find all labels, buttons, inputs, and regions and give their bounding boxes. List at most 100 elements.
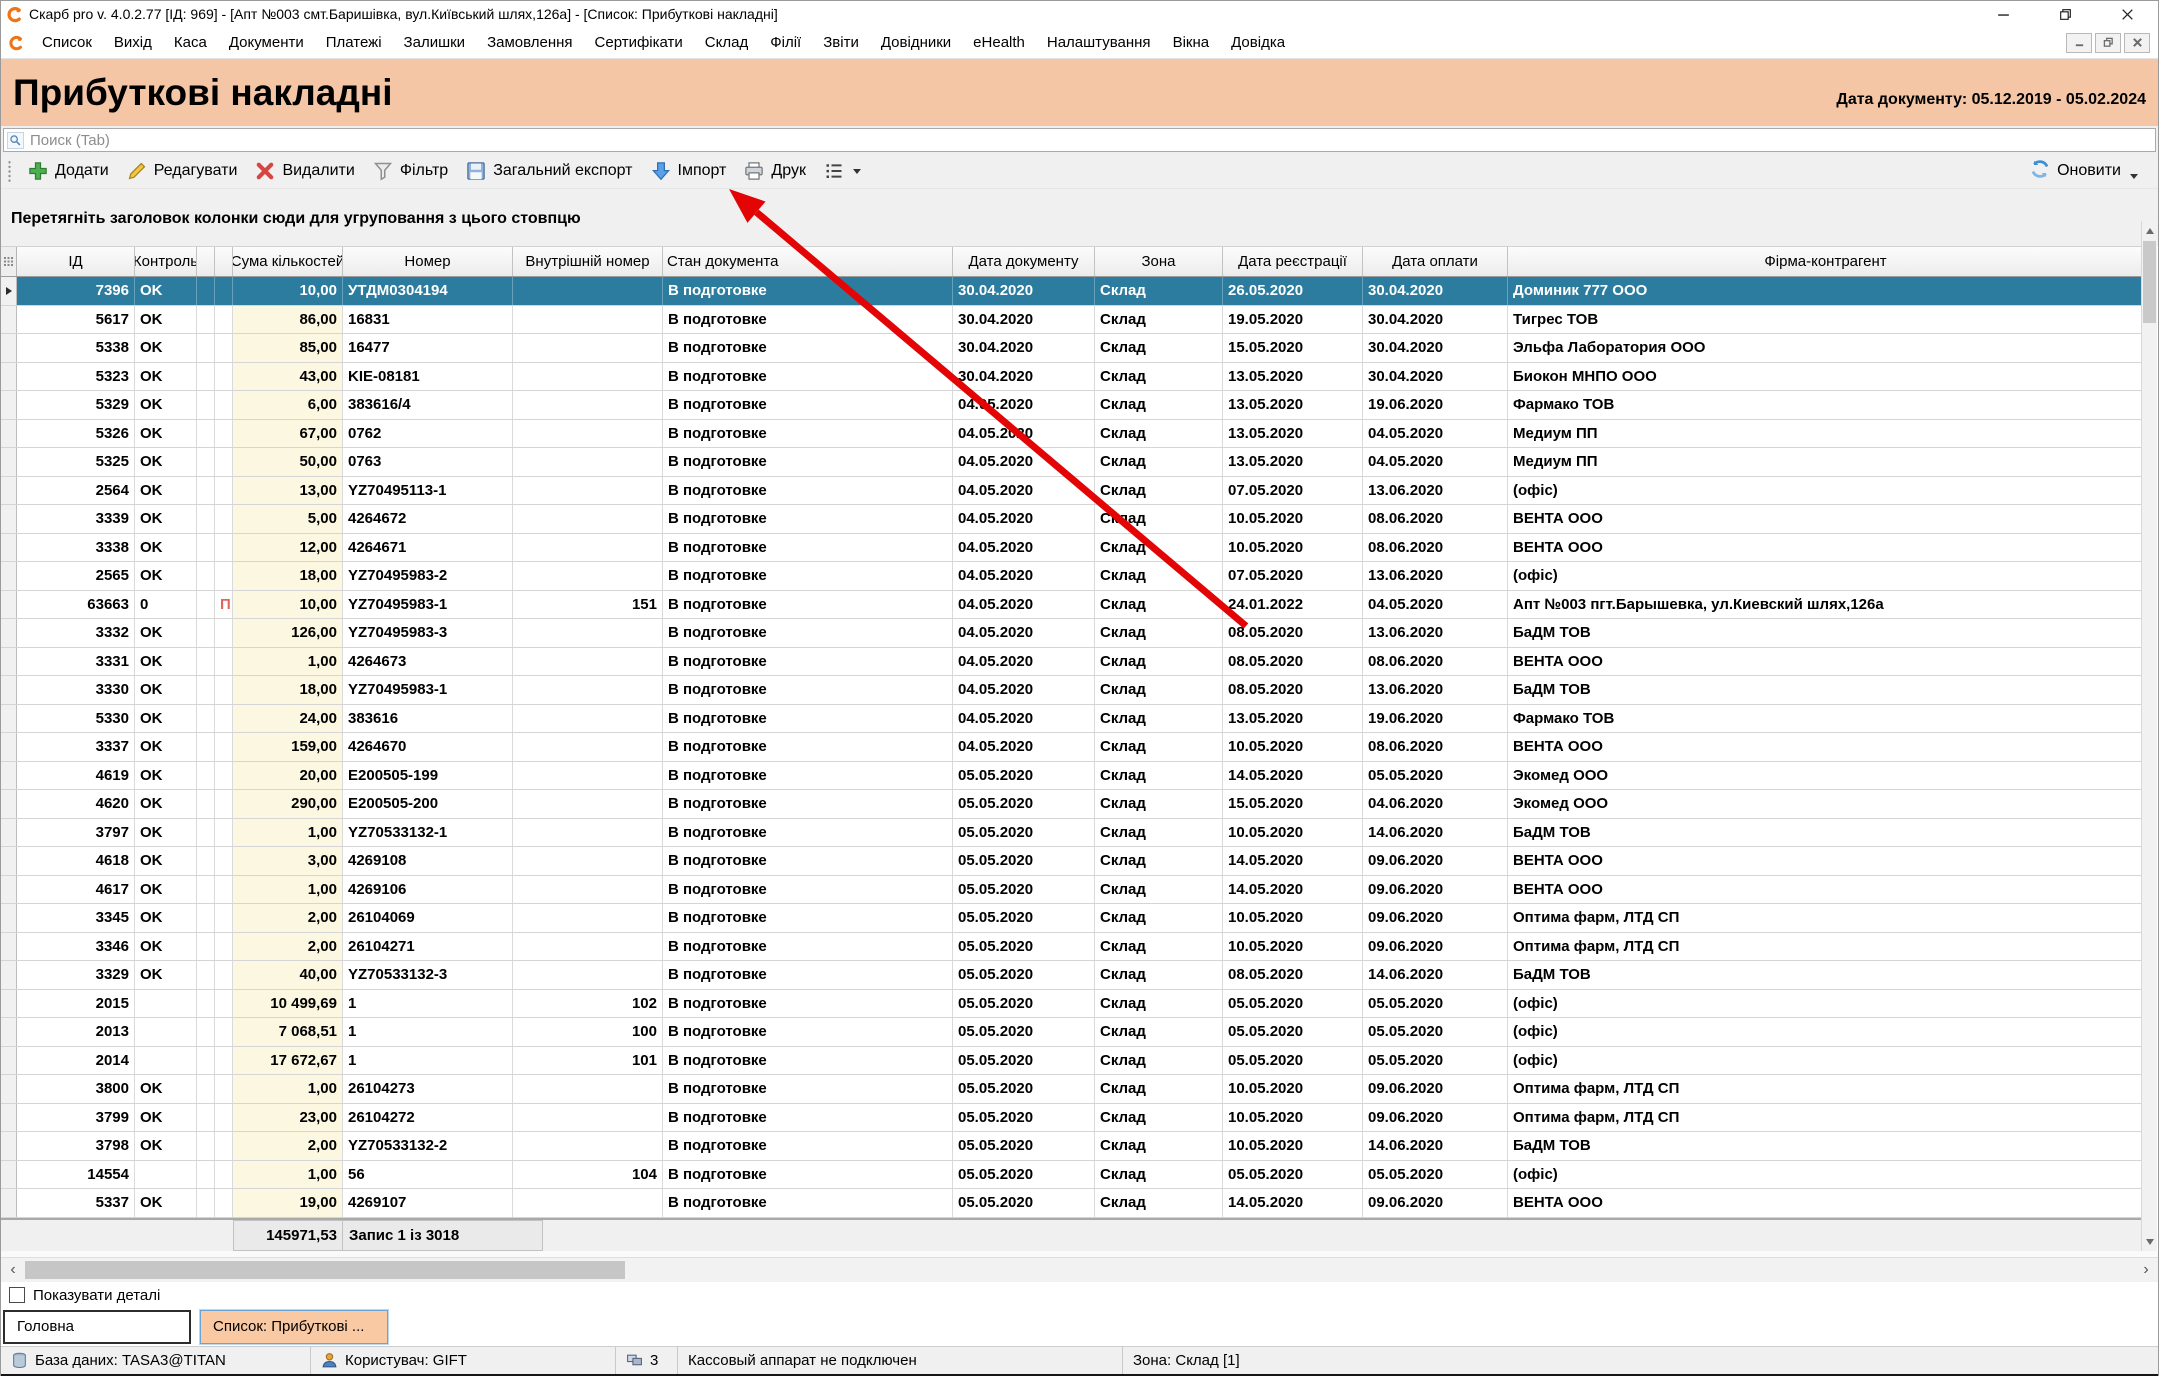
table-row[interactable]: 3799OK23,0026104272В подготовке05.05.202…: [1, 1104, 2144, 1133]
menu-item-каса[interactable]: Каса: [163, 29, 218, 56]
print-button[interactable]: Друк: [735, 157, 815, 185]
table-row[interactable]: 3329OK40,00YZ70533132-3В подготовке05.05…: [1, 961, 2144, 990]
table-row[interactable]: 2565OK18,00YZ70495983-2В подготовке04.05…: [1, 562, 2144, 591]
table-row[interactable]: 5323OK43,00KIE-08181В подготовке30.04.20…: [1, 363, 2144, 392]
table-row[interactable]: 4618OK3,004269108В подготовке05.05.2020С…: [1, 847, 2144, 876]
table-row[interactable]: 636630П10,00YZ70495983-1151В подготовке0…: [1, 591, 2144, 620]
column-header-dpay[interactable]: Дата оплати: [1363, 247, 1508, 276]
cell-c2: [215, 334, 233, 362]
scroll-down-button[interactable]: [2142, 1232, 2157, 1251]
column-header-id[interactable]: ІД: [17, 247, 135, 276]
column-header-zone[interactable]: Зона: [1095, 247, 1223, 276]
column-header-dreg[interactable]: Дата реєстрації: [1223, 247, 1363, 276]
cell-id: 3337: [17, 733, 135, 761]
menu-item-залишки[interactable]: Залишки: [393, 29, 477, 56]
table-row[interactable]: 201417 672,671101В подготовке05.05.2020С…: [1, 1047, 2144, 1076]
column-header-inum[interactable]: Внутрішній номер: [513, 247, 663, 276]
menu-item-замовлення[interactable]: Замовлення: [476, 29, 583, 56]
cell-state: В подготовке: [663, 847, 953, 875]
export-button[interactable]: Загальний експорт: [457, 157, 641, 185]
cell-dpay: 09.06.2020: [1363, 904, 1508, 932]
column-header-ddoc[interactable]: Дата документу: [953, 247, 1095, 276]
menu-item-платежі[interactable]: Платежі: [315, 29, 393, 56]
menu-item-довідка[interactable]: Довідка: [1220, 29, 1296, 56]
table-row[interactable]: 201510 499,691102В подготовке05.05.2020С…: [1, 990, 2144, 1019]
table-row[interactable]: 20137 068,511100В подготовке05.05.2020Ск…: [1, 1018, 2144, 1047]
toolbar-grip-handle[interactable]: [7, 160, 12, 182]
table-row[interactable]: 5325OK50,000763В подготовке04.05.2020Скл…: [1, 448, 2144, 477]
column-header-firm[interactable]: Фірма-контрагент: [1508, 247, 2144, 276]
scroll-up-button[interactable]: [2142, 221, 2157, 240]
table-row[interactable]: 4617OK1,004269106В подготовке05.05.2020С…: [1, 876, 2144, 905]
delete-button[interactable]: Видалити: [246, 157, 363, 185]
edit-button[interactable]: Редагувати: [118, 157, 247, 185]
table-row[interactable]: 3797OK1,00YZ70533132-1В подготовке05.05.…: [1, 819, 2144, 848]
table-row[interactable]: 3330OK18,00YZ70495983-1В подготовке04.05…: [1, 676, 2144, 705]
table-row[interactable]: 2564OK13,00YZ70495113-1В подготовке04.05…: [1, 477, 2144, 506]
table-row[interactable]: 3339OK5,004264672В подготовке04.05.2020С…: [1, 505, 2144, 534]
horizontal-scrollbar-thumb[interactable]: [25, 1261, 625, 1279]
menu-item-сертифікати[interactable]: Сертифікати: [584, 29, 694, 56]
column-header-num[interactable]: Номер: [343, 247, 513, 276]
cell-ddoc: 05.05.2020: [953, 1018, 1095, 1046]
menu-item-склад[interactable]: Склад: [694, 29, 759, 56]
menu-item-філії[interactable]: Філії: [759, 29, 812, 56]
column-header-c2[interactable]: [215, 247, 233, 276]
table-row[interactable]: 3798OK2,00YZ70533132-2В подготовке05.05.…: [1, 1132, 2144, 1161]
vertical-scrollbar-thumb[interactable]: [2143, 241, 2156, 323]
table-row[interactable]: 5330OK24,00383616В подготовке04.05.2020С…: [1, 705, 2144, 734]
view-options-button[interactable]: [815, 157, 870, 185]
tab-main[interactable]: Головна: [3, 1310, 191, 1344]
close-button[interactable]: [2096, 1, 2158, 27]
chevron-down-icon[interactable]: [853, 169, 861, 174]
column-header-state[interactable]: Стан документа: [663, 247, 953, 276]
menu-item-налаштування[interactable]: Налаштування: [1036, 29, 1162, 56]
menu-item-звіти[interactable]: Звіти: [812, 29, 870, 56]
child-minimize-button[interactable]: [2066, 33, 2092, 53]
menu-item-довідники[interactable]: Довідники: [870, 29, 962, 56]
table-row[interactable]: 145541,0056104В подготовке05.05.2020Скла…: [1, 1161, 2144, 1190]
tab-list-invoices[interactable]: Список: Прибуткові ...: [200, 1310, 388, 1344]
add-button[interactable]: Додати: [19, 157, 118, 185]
column-header-qty[interactable]: Сума кількостей: [233, 247, 343, 276]
search-input[interactable]: [24, 132, 2155, 149]
restore-button[interactable]: [2034, 1, 2096, 27]
filter-button[interactable]: Фільтр: [364, 157, 457, 185]
scroll-left-button[interactable]: ‹: [1, 1258, 25, 1282]
table-row[interactable]: 5337OK19,004269107В подготовке05.05.2020…: [1, 1189, 2144, 1218]
table-row[interactable]: 5326OK67,000762В подготовке04.05.2020Скл…: [1, 420, 2144, 449]
table-row[interactable]: 3346OK2,0026104271В подготовке05.05.2020…: [1, 933, 2144, 962]
child-restore-button[interactable]: [2095, 33, 2121, 53]
table-row[interactable]: 3800OK1,0026104273В подготовке05.05.2020…: [1, 1075, 2144, 1104]
menu-item-ehealth[interactable]: eHealth: [962, 29, 1036, 56]
table-row[interactable]: 3338OK12,004264671В подготовке04.05.2020…: [1, 534, 2144, 563]
menu-item-документи[interactable]: Документи: [218, 29, 315, 56]
import-button[interactable]: Імпорт: [642, 157, 736, 185]
menu-item-список[interactable]: Список: [31, 29, 103, 56]
menu-item-вихід[interactable]: Вихід: [103, 29, 163, 56]
show-details-checkbox[interactable]: [9, 1287, 25, 1303]
cell-num: E200505-199: [343, 762, 513, 790]
table-row[interactable]: 3345OK2,0026104069В подготовке05.05.2020…: [1, 904, 2144, 933]
table-row[interactable]: 7396OK10,00УТДМ0304194В подготовке30.04.…: [1, 277, 2144, 306]
column-header-c1[interactable]: [197, 247, 215, 276]
minimize-button[interactable]: [1972, 1, 2034, 27]
cell-zone: Склад: [1095, 562, 1223, 590]
table-row[interactable]: 3337OK159,004264670В подготовке04.05.202…: [1, 733, 2144, 762]
table-row[interactable]: 5329OK6,00383616/4В подготовке04.05.2020…: [1, 391, 2144, 420]
table-row[interactable]: 4619OK20,00E200505-199В подготовке05.05.…: [1, 762, 2144, 791]
chevron-down-icon[interactable]: [2130, 174, 2138, 179]
vertical-scrollbar[interactable]: [2141, 221, 2157, 1251]
menu-item-вікна[interactable]: Вікна: [1162, 29, 1221, 56]
table-row[interactable]: 3332OK126,00YZ70495983-3В подготовке04.0…: [1, 619, 2144, 648]
horizontal-scrollbar[interactable]: ‹ ›: [1, 1257, 2158, 1282]
table-row[interactable]: 3331OK1,004264673В подготовке04.05.2020С…: [1, 648, 2144, 677]
scroll-right-button[interactable]: ›: [2134, 1258, 2158, 1282]
refresh-button[interactable]: Оновити: [2030, 159, 2150, 184]
cell-ctrl: [135, 1018, 197, 1046]
table-row[interactable]: 5617OK86,0016831В подготовке30.04.2020Ск…: [1, 306, 2144, 335]
column-header-ctrl[interactable]: Контроль: [135, 247, 197, 276]
table-row[interactable]: 5338OK85,0016477В подготовке30.04.2020Ск…: [1, 334, 2144, 363]
table-row[interactable]: 4620OK290,00E200505-200В подготовке05.05…: [1, 790, 2144, 819]
child-close-button[interactable]: [2124, 33, 2150, 53]
